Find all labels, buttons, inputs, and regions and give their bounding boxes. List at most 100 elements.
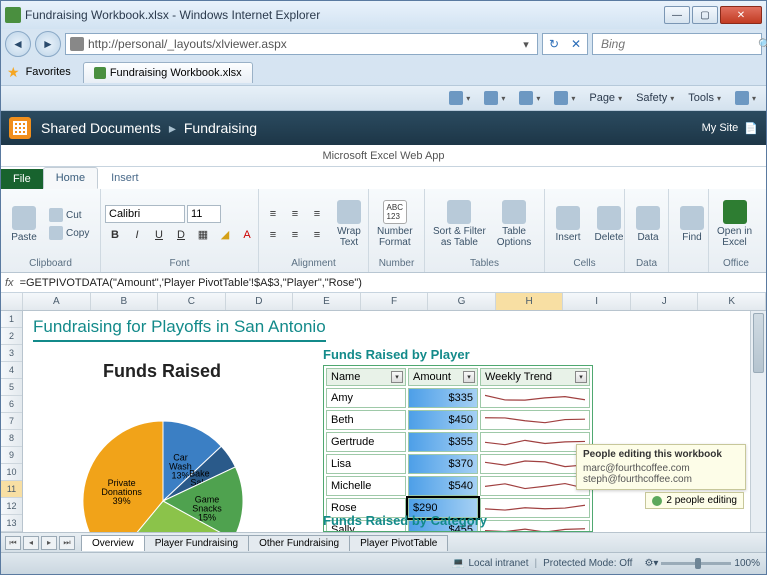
row-5[interactable]: 5 [1,379,22,396]
url-field-wrap[interactable]: ▾ [65,33,538,55]
fontcolor-button[interactable]: A [237,226,257,244]
t1-h-name[interactable]: Name▾ [326,368,406,386]
zoom-slider[interactable] [661,562,731,565]
align-mid-button[interactable]: ≡ [285,205,305,223]
filter-dropdown-icon[interactable]: ▾ [575,371,587,383]
people-editing-badge[interactable]: 2 people editing [645,492,744,509]
table-row[interactable]: Beth$450 [326,410,590,430]
open-in-excel-button[interactable]: Open in Excel [713,198,756,250]
category-table[interactable]: Type▾ Amount▾ Weekly Trend▾ Car Wash$600… [323,531,593,532]
table-row[interactable]: Michelle$540 [326,476,590,496]
search-box[interactable]: 🔍 [592,33,762,55]
row-4[interactable]: 4 [1,362,22,379]
sheet-tab[interactable]: Player PivotTable [349,535,448,551]
url-dropdown-icon[interactable]: ▾ [519,38,533,51]
align-left-button[interactable]: ≡ [263,226,283,244]
mail-menu[interactable]: ▾ [513,88,546,108]
sharepoint-logo[interactable] [9,117,31,139]
sheet-tab[interactable]: Overview [81,535,145,551]
tab-file[interactable]: File [1,169,43,189]
col-E[interactable]: E [293,293,361,310]
player-table[interactable]: Name▾ Amount▾ Weekly Trend▾ Amy$335Beth$… [323,365,593,532]
table-options-button[interactable]: Table Options [493,198,535,250]
maximize-button[interactable]: ▢ [692,6,718,24]
filter-dropdown-icon[interactable]: ▾ [463,371,475,383]
tab-prev-button[interactable]: ◂ [23,536,39,550]
row-1[interactable]: 1 [1,311,22,328]
align-top-button[interactable]: ≡ [263,205,283,223]
feeds-menu[interactable]: ▾ [478,88,511,108]
back-button[interactable]: ◄ [5,31,31,57]
align-center-button[interactable]: ≡ [285,226,305,244]
dbl-underline-button[interactable]: D [171,226,191,244]
tab-last-button[interactable]: ⏭ [59,536,75,550]
copy-button[interactable]: Copy [46,225,92,241]
row-12[interactable]: 12 [1,498,22,515]
vertical-scrollbar[interactable] [750,311,766,532]
col-D[interactable]: D [226,293,294,310]
fx-icon[interactable]: fx [5,277,14,289]
page-menu[interactable]: Page▾ [583,89,628,107]
search-go-icon[interactable]: 🔍 [758,38,767,51]
print-menu[interactable]: ▾ [548,88,581,108]
font-name-select[interactable]: Calibri [105,205,185,223]
refresh-data-button[interactable]: Data [629,204,667,245]
cut-button[interactable]: Cut [46,207,92,223]
browser-tab[interactable]: Fundraising Workbook.xlsx [83,62,253,83]
select-all-corner[interactable] [1,293,23,310]
wrap-text-button[interactable]: Wrap Text [330,198,368,250]
tab-home[interactable]: Home [43,167,98,189]
col-F[interactable]: F [361,293,429,310]
row-9[interactable]: 9 [1,447,22,464]
delete-cells-button[interactable]: Delete [590,204,628,245]
row-6[interactable]: 6 [1,396,22,413]
breadcrumb-2[interactable]: Fundraising [184,120,257,136]
italic-button[interactable]: I [127,226,147,244]
align-right-button[interactable]: ≡ [307,226,327,244]
underline-button[interactable]: U [149,226,169,244]
row-2[interactable]: 2 [1,328,22,345]
sheet-tab[interactable]: Other Fundraising [248,535,350,551]
zoom-dropdown-icon[interactable]: ⚙▾ [644,558,658,569]
t1-h-amount[interactable]: Amount▾ [408,368,478,386]
sheet-tab[interactable]: Player Fundraising [144,535,249,551]
zoom-control[interactable]: ⚙▾ 100% [644,558,760,569]
col-B[interactable]: B [91,293,159,310]
col-H[interactable]: H [496,293,564,310]
refresh-button[interactable]: ↻ [543,34,565,54]
minimize-button[interactable]: — [664,6,690,24]
font-size-select[interactable]: 11 [187,205,221,223]
fillcolor-button[interactable]: ◢ [215,226,235,244]
table-row[interactable]: Lisa$370 [326,454,590,474]
scroll-thumb[interactable] [753,313,764,373]
home-menu[interactable]: ▾ [443,88,476,108]
col-K[interactable]: K [698,293,766,310]
help-menu[interactable]: ▾ [729,88,762,108]
number-format-button[interactable]: ABC123Number Format [373,198,417,250]
row-3[interactable]: 3 [1,345,22,362]
col-A[interactable]: A [23,293,91,310]
bold-button[interactable]: B [105,226,125,244]
align-bot-button[interactable]: ≡ [307,205,327,223]
tools-menu[interactable]: Tools▾ [682,89,727,107]
find-button[interactable]: Find [673,204,711,245]
table-row[interactable]: Amy$335 [326,388,590,408]
row-10[interactable]: 10 [1,464,22,481]
filter-dropdown-icon[interactable]: ▾ [391,371,403,383]
favorites-star-icon[interactable]: ★ [7,64,20,81]
zoom-thumb[interactable] [695,558,701,569]
row-11[interactable]: 11 [1,481,22,498]
stop-button[interactable]: ✕ [565,34,587,54]
favorites-label[interactable]: Favorites [26,66,71,78]
mysite-icon[interactable]: 📄 [744,122,758,135]
tab-first-button[interactable]: ⏮ [5,536,21,550]
worksheet[interactable]: Fundraising for Playoffs in San Antonio … [23,311,750,532]
paste-button[interactable]: Paste [5,204,43,245]
col-G[interactable]: G [428,293,496,310]
safety-menu[interactable]: Safety▾ [630,89,680,107]
search-input[interactable] [601,37,758,51]
mysite-link[interactable]: My Site [702,122,739,134]
col-C[interactable]: C [158,293,226,310]
sort-filter-button[interactable]: Sort & Filter as Table [429,198,490,250]
border-button[interactable]: ▦ [193,226,213,244]
